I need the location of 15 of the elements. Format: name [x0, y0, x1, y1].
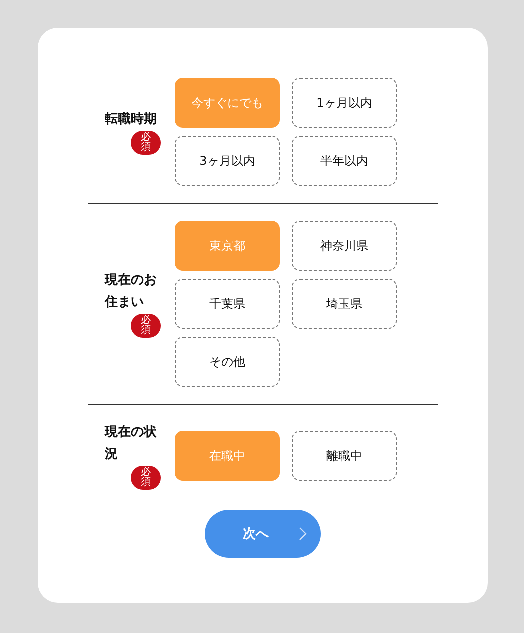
- option-button[interactable]: その他: [175, 337, 280, 387]
- required-badge: 必須: [131, 466, 161, 490]
- required-badge: 必須: [131, 131, 161, 155]
- field-label: 現在のお住まい: [105, 272, 158, 312]
- option-button[interactable]: 千葉県: [175, 279, 280, 329]
- field-label: 転職時期: [105, 110, 158, 129]
- option-button[interactable]: 離職中: [292, 431, 397, 481]
- option-button[interactable]: 埼玉県: [292, 279, 397, 329]
- option-button[interactable]: 1ヶ月以内: [292, 78, 397, 128]
- option-button[interactable]: 神奈川県: [292, 221, 397, 271]
- option-button[interactable]: 3ヶ月以内: [175, 136, 280, 186]
- chevron-right-icon: [299, 527, 307, 541]
- field-label: 現在の状況: [105, 424, 158, 464]
- option-button[interactable]: 半年以内: [292, 136, 397, 186]
- required-badge: 必須: [131, 314, 161, 338]
